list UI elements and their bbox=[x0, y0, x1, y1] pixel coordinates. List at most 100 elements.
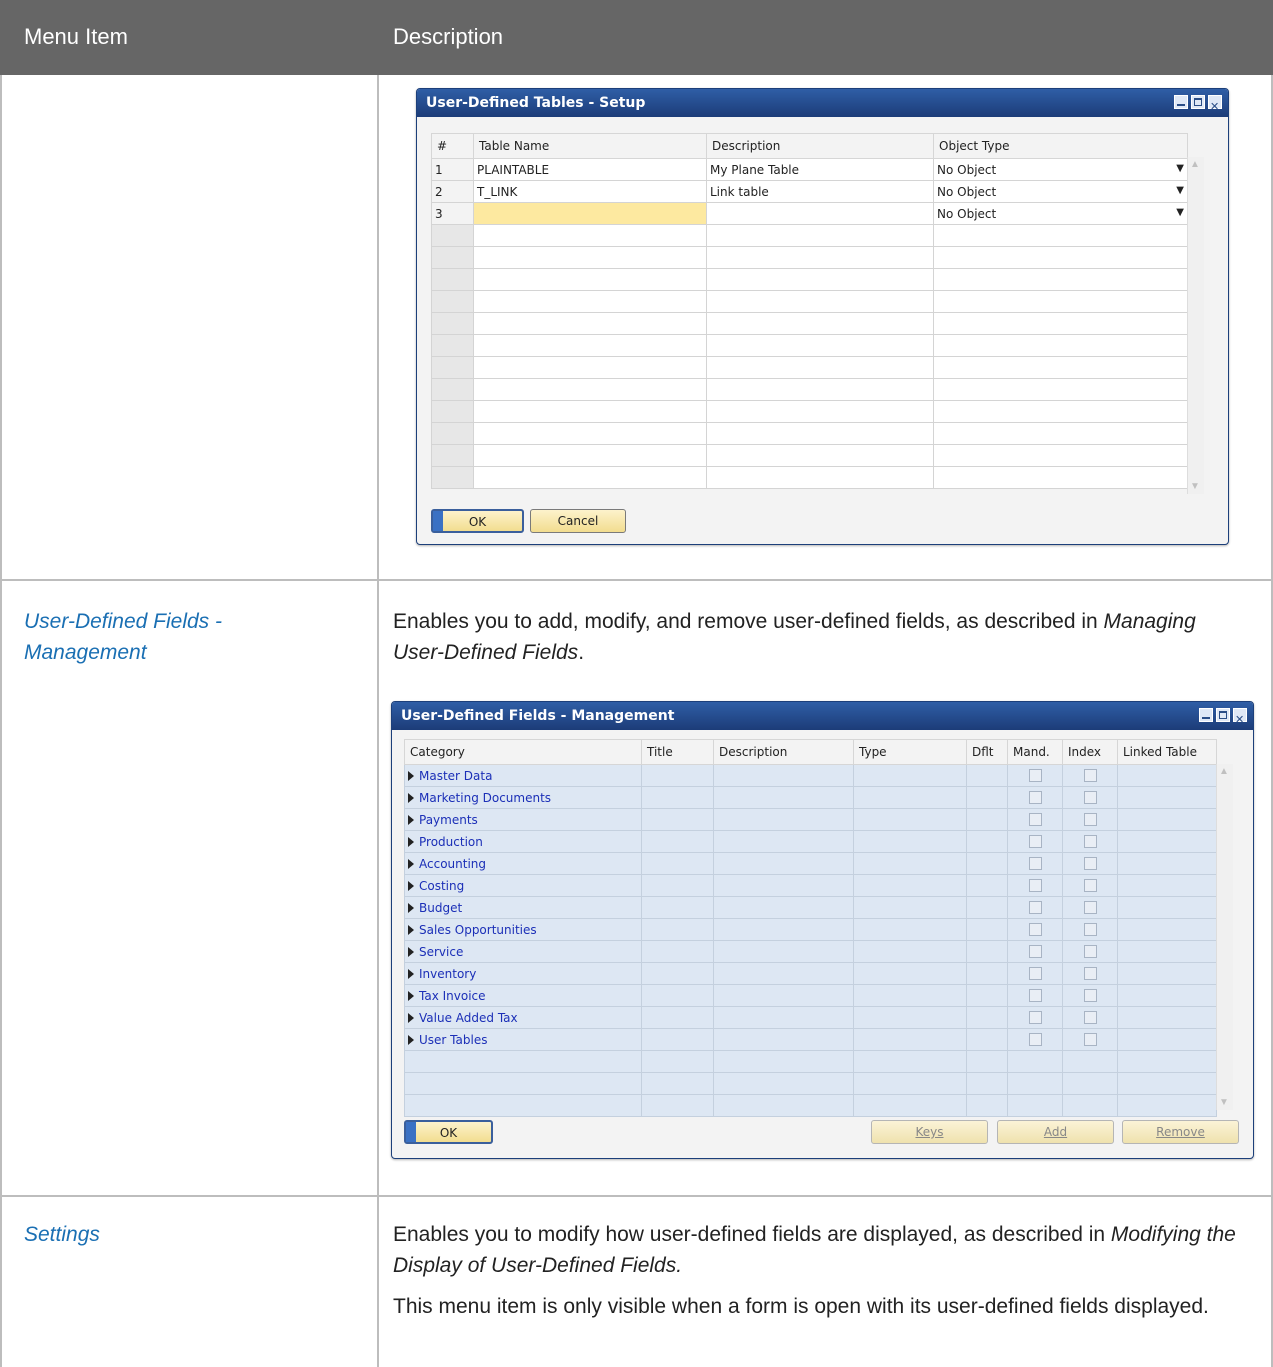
empty-cell[interactable] bbox=[706, 334, 934, 357]
mandatory-checkbox[interactable] bbox=[1028, 923, 1042, 936]
dropdown-arrow-icon[interactable]: ▼ bbox=[1176, 185, 1184, 196]
col-header-index[interactable]: Index bbox=[1062, 739, 1118, 765]
expand-arrow-icon[interactable] bbox=[408, 771, 414, 781]
close-icon[interactable] bbox=[1233, 706, 1247, 734]
object-type-dropdown[interactable]: No Object ▼ bbox=[933, 158, 1188, 181]
mandatory-checkbox[interactable] bbox=[1028, 769, 1042, 782]
expand-arrow-icon[interactable] bbox=[408, 837, 414, 847]
empty-cell[interactable] bbox=[933, 334, 1188, 357]
expand-arrow-icon[interactable] bbox=[408, 969, 414, 979]
remove-button[interactable]: Remove bbox=[1122, 1120, 1239, 1144]
close-icon[interactable] bbox=[1208, 93, 1222, 121]
udf-scrollbar[interactable]: ▲ ▼ bbox=[1216, 764, 1233, 1110]
scroll-down-icon[interactable]: ▼ bbox=[1219, 1097, 1229, 1108]
category-row[interactable]: Service bbox=[404, 940, 1217, 963]
mandatory-checkbox[interactable] bbox=[1028, 901, 1042, 914]
minimize-icon[interactable] bbox=[1174, 95, 1188, 109]
expand-arrow-icon[interactable] bbox=[408, 793, 414, 803]
empty-cell[interactable] bbox=[473, 422, 707, 445]
empty-cell[interactable] bbox=[706, 290, 934, 313]
empty-cell[interactable] bbox=[933, 466, 1188, 489]
empty-table-row[interactable] bbox=[431, 356, 1188, 379]
dropdown-arrow-icon[interactable]: ▼ bbox=[1176, 163, 1184, 174]
empty-table-row[interactable] bbox=[431, 378, 1188, 401]
empty-cell[interactable] bbox=[473, 356, 707, 379]
category-row[interactable]: Accounting bbox=[404, 852, 1217, 875]
category-cell[interactable]: Service bbox=[404, 940, 642, 963]
col-header-category[interactable]: Category bbox=[404, 739, 642, 765]
empty-cell[interactable] bbox=[706, 224, 934, 247]
mandatory-checkbox[interactable] bbox=[1028, 835, 1042, 848]
empty-cell[interactable] bbox=[706, 444, 934, 467]
category-row[interactable]: Master Data bbox=[404, 764, 1217, 787]
category-cell[interactable]: Production bbox=[404, 830, 642, 853]
object-type-dropdown[interactable]: No Object ▼ bbox=[933, 180, 1188, 203]
keys-button[interactable]: Keys bbox=[871, 1120, 988, 1144]
col-header-default[interactable]: Dflt bbox=[966, 739, 1008, 765]
empty-cell[interactable] bbox=[473, 466, 707, 489]
empty-table-row[interactable] bbox=[431, 268, 1188, 291]
empty-cell[interactable] bbox=[933, 400, 1188, 423]
category-row[interactable]: Budget bbox=[404, 896, 1217, 919]
category-cell[interactable]: User Tables bbox=[404, 1028, 642, 1051]
empty-cell[interactable] bbox=[473, 400, 707, 423]
empty-cell[interactable] bbox=[706, 268, 934, 291]
dropdown-arrow-icon[interactable]: ▼ bbox=[1176, 207, 1184, 218]
index-checkbox[interactable] bbox=[1083, 791, 1097, 804]
empty-cell[interactable] bbox=[473, 224, 707, 247]
empty-cell[interactable] bbox=[706, 400, 934, 423]
category-cell[interactable]: Value Added Tax bbox=[404, 1006, 642, 1029]
mandatory-checkbox[interactable] bbox=[1028, 1033, 1042, 1046]
empty-cell[interactable] bbox=[473, 268, 707, 291]
table-name-cell-selected[interactable] bbox=[473, 202, 707, 225]
scroll-up-icon[interactable]: ▲ bbox=[1190, 159, 1200, 170]
category-cell[interactable]: Payments bbox=[404, 808, 642, 831]
maximize-icon[interactable] bbox=[1216, 708, 1230, 722]
category-cell[interactable]: Costing bbox=[404, 874, 642, 897]
table-row[interactable]: 2 T_LINK Link table No Object ▼ bbox=[431, 180, 1188, 203]
expand-arrow-icon[interactable] bbox=[408, 903, 414, 913]
udt-scrollbar[interactable]: ▲ ▼ bbox=[1187, 157, 1204, 494]
expand-arrow-icon[interactable] bbox=[408, 1013, 414, 1023]
col-header-description[interactable]: Description bbox=[713, 739, 854, 765]
expand-arrow-icon[interactable] bbox=[408, 991, 414, 1001]
index-checkbox[interactable] bbox=[1083, 1033, 1097, 1046]
category-row[interactable]: Marketing Documents bbox=[404, 786, 1217, 809]
table-name-cell[interactable]: PLAINTABLE bbox=[473, 158, 707, 181]
scroll-up-icon[interactable]: ▲ bbox=[1219, 766, 1229, 777]
category-row[interactable]: Sales Opportunities bbox=[404, 918, 1217, 941]
empty-cell[interactable] bbox=[473, 334, 707, 357]
category-cell[interactable]: Marketing Documents bbox=[404, 786, 642, 809]
minimize-icon[interactable] bbox=[1199, 708, 1213, 722]
mandatory-checkbox[interactable] bbox=[1028, 813, 1042, 826]
empty-table-row[interactable] bbox=[431, 400, 1188, 423]
empty-cell[interactable] bbox=[473, 312, 707, 335]
empty-table-row[interactable] bbox=[431, 246, 1188, 269]
col-header-object-type[interactable]: Object Type bbox=[933, 133, 1188, 159]
index-checkbox[interactable] bbox=[1083, 923, 1097, 936]
category-row[interactable]: Inventory bbox=[404, 962, 1217, 985]
category-cell[interactable]: Budget bbox=[404, 896, 642, 919]
cancel-button[interactable]: Cancel bbox=[530, 509, 626, 533]
table-row[interactable]: 1 PLAINTABLE My Plane Table No Object ▼ bbox=[431, 158, 1188, 181]
empty-cell[interactable] bbox=[706, 356, 934, 379]
index-checkbox[interactable] bbox=[1083, 945, 1097, 958]
index-checkbox[interactable] bbox=[1083, 967, 1097, 980]
empty-cell[interactable] bbox=[706, 466, 934, 489]
empty-cell[interactable] bbox=[933, 268, 1188, 291]
col-header-title[interactable]: Title bbox=[641, 739, 714, 765]
category-cell[interactable]: Accounting bbox=[404, 852, 642, 875]
category-row[interactable]: User Tables bbox=[404, 1028, 1217, 1051]
object-type-dropdown[interactable]: No Object ▼ bbox=[933, 202, 1188, 225]
category-cell[interactable]: Inventory bbox=[404, 962, 642, 985]
mandatory-checkbox[interactable] bbox=[1028, 857, 1042, 870]
mandatory-checkbox[interactable] bbox=[1028, 989, 1042, 1002]
index-checkbox[interactable] bbox=[1083, 857, 1097, 870]
empty-cell[interactable] bbox=[933, 422, 1188, 445]
index-checkbox[interactable] bbox=[1083, 1011, 1097, 1024]
index-checkbox[interactable] bbox=[1083, 879, 1097, 892]
empty-cell[interactable] bbox=[473, 290, 707, 313]
empty-table-row[interactable] bbox=[431, 334, 1188, 357]
ok-button[interactable]: OK bbox=[431, 509, 524, 533]
expand-arrow-icon[interactable] bbox=[408, 1035, 414, 1045]
